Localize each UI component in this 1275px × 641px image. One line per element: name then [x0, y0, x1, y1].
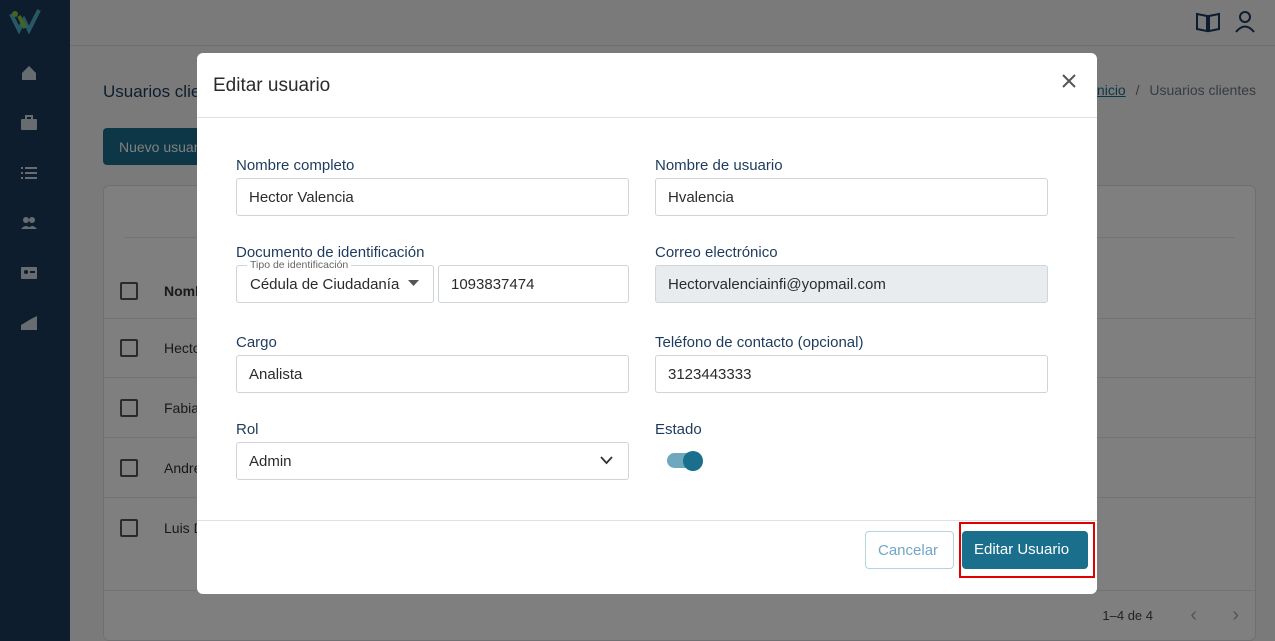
- phone-input[interactable]: 3123443333: [655, 355, 1048, 393]
- modal-header: Editar usuario: [197, 53, 1097, 118]
- username-input[interactable]: Hvalencia: [655, 178, 1048, 216]
- cancel-button[interactable]: Cancelar: [865, 531, 954, 569]
- status-label: Estado: [655, 421, 702, 438]
- full-name-input[interactable]: Hector Valencia: [236, 178, 629, 216]
- role-select[interactable]: Admin: [236, 442, 629, 480]
- caret-down-icon: [408, 280, 419, 286]
- document-type-float-label: Tipo de identificación: [247, 259, 352, 271]
- modal-title: Editar usuario: [213, 75, 331, 96]
- document-number-input[interactable]: 1093837474: [438, 265, 629, 303]
- edit-button-highlight: [959, 522, 1095, 578]
- email-field: Hectorvalenciainfi@yopmail.com: [655, 265, 1048, 303]
- username-label: Nombre de usuario: [655, 157, 783, 174]
- role-value: Admin: [249, 453, 292, 470]
- phone-label: Teléfono de contacto (opcional): [655, 334, 864, 351]
- document-type-value: Cédula de Ciudadanía: [250, 276, 400, 293]
- chevron-down-icon: [600, 456, 613, 465]
- role-label: Rol: [236, 421, 259, 438]
- status-toggle-knob[interactable]: [683, 451, 703, 471]
- close-icon[interactable]: [1059, 71, 1079, 91]
- email-label: Correo electrónico: [655, 244, 778, 261]
- full-name-label: Nombre completo: [236, 157, 355, 174]
- position-label: Cargo: [236, 334, 277, 351]
- position-input[interactable]: Analista: [236, 355, 629, 393]
- edit-user-modal: Editar usuario Nombre completo Hector Va…: [197, 53, 1097, 594]
